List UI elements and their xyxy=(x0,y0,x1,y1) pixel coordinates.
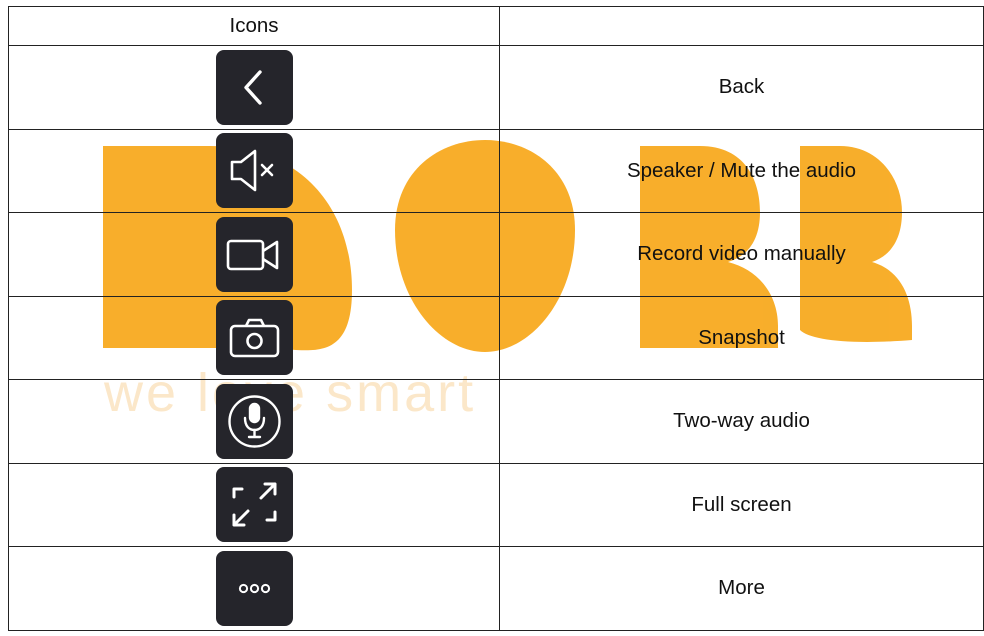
row-label: Full screen xyxy=(691,492,792,516)
row-label: Two-way audio xyxy=(673,409,810,433)
header-icons: Icons xyxy=(8,6,500,46)
row-label: Speaker / Mute the audio xyxy=(626,158,857,182)
icon-cell xyxy=(8,212,500,297)
icon-cell xyxy=(8,295,500,380)
row-label: More xyxy=(718,576,765,600)
more-icon xyxy=(215,550,293,626)
table-row: More xyxy=(8,546,984,631)
table-header-row: Icons xyxy=(8,6,984,46)
video-record-icon xyxy=(215,216,293,292)
speaker-mute-icon xyxy=(215,133,293,209)
label-cell: Back xyxy=(499,45,984,130)
fullscreen-icon xyxy=(215,467,293,543)
back-icon xyxy=(215,49,293,125)
icon-legend-table: Icons Back Speaker / Mute the audio Reco… xyxy=(8,6,984,631)
table-row: Back xyxy=(8,45,984,130)
camera-snapshot-icon xyxy=(215,300,293,376)
row-label: Back xyxy=(718,75,765,99)
icon-cell xyxy=(8,462,500,547)
row-label: Snapshot xyxy=(698,325,785,349)
table-row: Full screen xyxy=(8,462,984,547)
label-cell: Speaker / Mute the audio xyxy=(499,128,984,213)
label-cell: More xyxy=(499,546,984,631)
header-description xyxy=(499,6,984,46)
label-cell: Two-way audio xyxy=(499,379,984,464)
table-row: Two-way audio xyxy=(8,379,984,464)
microphone-icon xyxy=(215,383,293,459)
table-row: Snapshot xyxy=(8,295,984,380)
row-label: Record video manually xyxy=(637,242,846,266)
table-row: Speaker / Mute the audio xyxy=(8,128,984,213)
label-cell: Full screen xyxy=(499,462,984,547)
label-cell: Record video manually xyxy=(499,212,984,297)
icon-cell xyxy=(8,128,500,213)
table-row: Record video manually xyxy=(8,212,984,297)
icon-cell xyxy=(8,45,500,130)
icon-cell xyxy=(8,379,500,464)
label-cell: Snapshot xyxy=(499,295,984,380)
icon-cell xyxy=(8,546,500,631)
